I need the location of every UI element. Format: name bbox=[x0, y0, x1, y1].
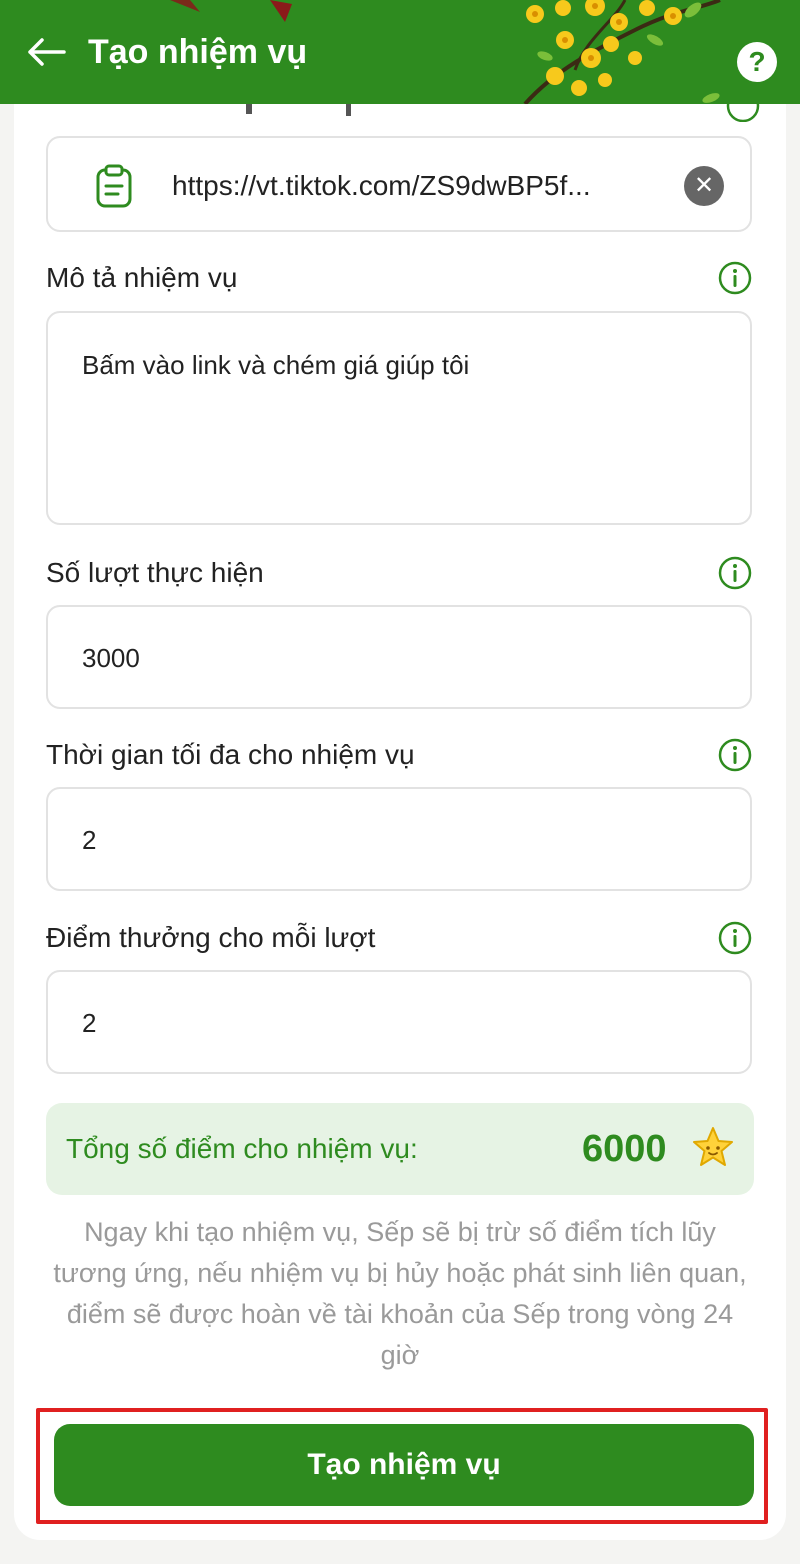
app-header: Tạo nhiệm vụ ? bbox=[0, 0, 800, 104]
back-button[interactable] bbox=[22, 28, 70, 76]
create-task-button[interactable]: Tạo nhiệm vụ bbox=[54, 1424, 754, 1506]
partial-field-label bbox=[246, 104, 760, 122]
decoration-ornament bbox=[170, 0, 292, 22]
info-icon[interactable] bbox=[718, 556, 752, 590]
blossom-decoration bbox=[523, 0, 721, 104]
star-icon bbox=[693, 1127, 733, 1166]
max-time-input[interactable]: 2 bbox=[46, 787, 752, 891]
deduction-note: Ngay khi tạo nhiệm vụ, Sếp sẽ bị trừ số … bbox=[53, 1217, 747, 1370]
total-points-value: 6000 bbox=[582, 1128, 667, 1170]
clear-link-button[interactable]: ✕ bbox=[684, 166, 724, 206]
task-link-field[interactable]: https://vt.tiktok.com/ZS9dwBP5f... ✕ bbox=[46, 136, 752, 232]
total-points-label: Tổng số điểm cho nhiệm vụ: bbox=[66, 1133, 418, 1164]
help-button[interactable]: ? bbox=[737, 42, 777, 82]
count-input[interactable]: 3000 bbox=[46, 605, 752, 709]
info-icon[interactable] bbox=[718, 921, 752, 955]
description-textarea[interactable]: Bấm vào link và chém giá giúp tôi bbox=[46, 311, 752, 525]
count-value: 3000 bbox=[82, 643, 140, 673]
reward-input[interactable]: 2 bbox=[46, 970, 752, 1074]
arrow-left-icon bbox=[28, 38, 66, 66]
reward-value: 2 bbox=[82, 1008, 97, 1038]
count-label: Số lượt thực hiện bbox=[46, 557, 264, 588]
max-time-value: 2 bbox=[82, 825, 97, 855]
page-title: Tạo nhiệm vụ bbox=[88, 33, 308, 71]
task-link-value: https://vt.tiktok.com/ZS9dwBP5f... bbox=[172, 170, 591, 201]
total-points-box: Tổng số điểm cho nhiệm vụ: 6000 bbox=[46, 1103, 754, 1195]
info-icon[interactable] bbox=[718, 738, 752, 772]
help-icon: ? bbox=[748, 46, 766, 77]
info-icon[interactable] bbox=[718, 261, 752, 295]
description-value: Bấm vào link và chém giá giúp tôi bbox=[82, 350, 470, 380]
clipboard-icon[interactable] bbox=[92, 164, 136, 208]
clear-icon: ✕ bbox=[693, 172, 715, 199]
max-time-label: Thời gian tối đa cho nhiệm vụ bbox=[46, 739, 415, 770]
reward-label: Điểm thưởng cho mỗi lượt bbox=[46, 922, 376, 953]
description-label: Mô tả nhiệm vụ bbox=[46, 262, 238, 293]
